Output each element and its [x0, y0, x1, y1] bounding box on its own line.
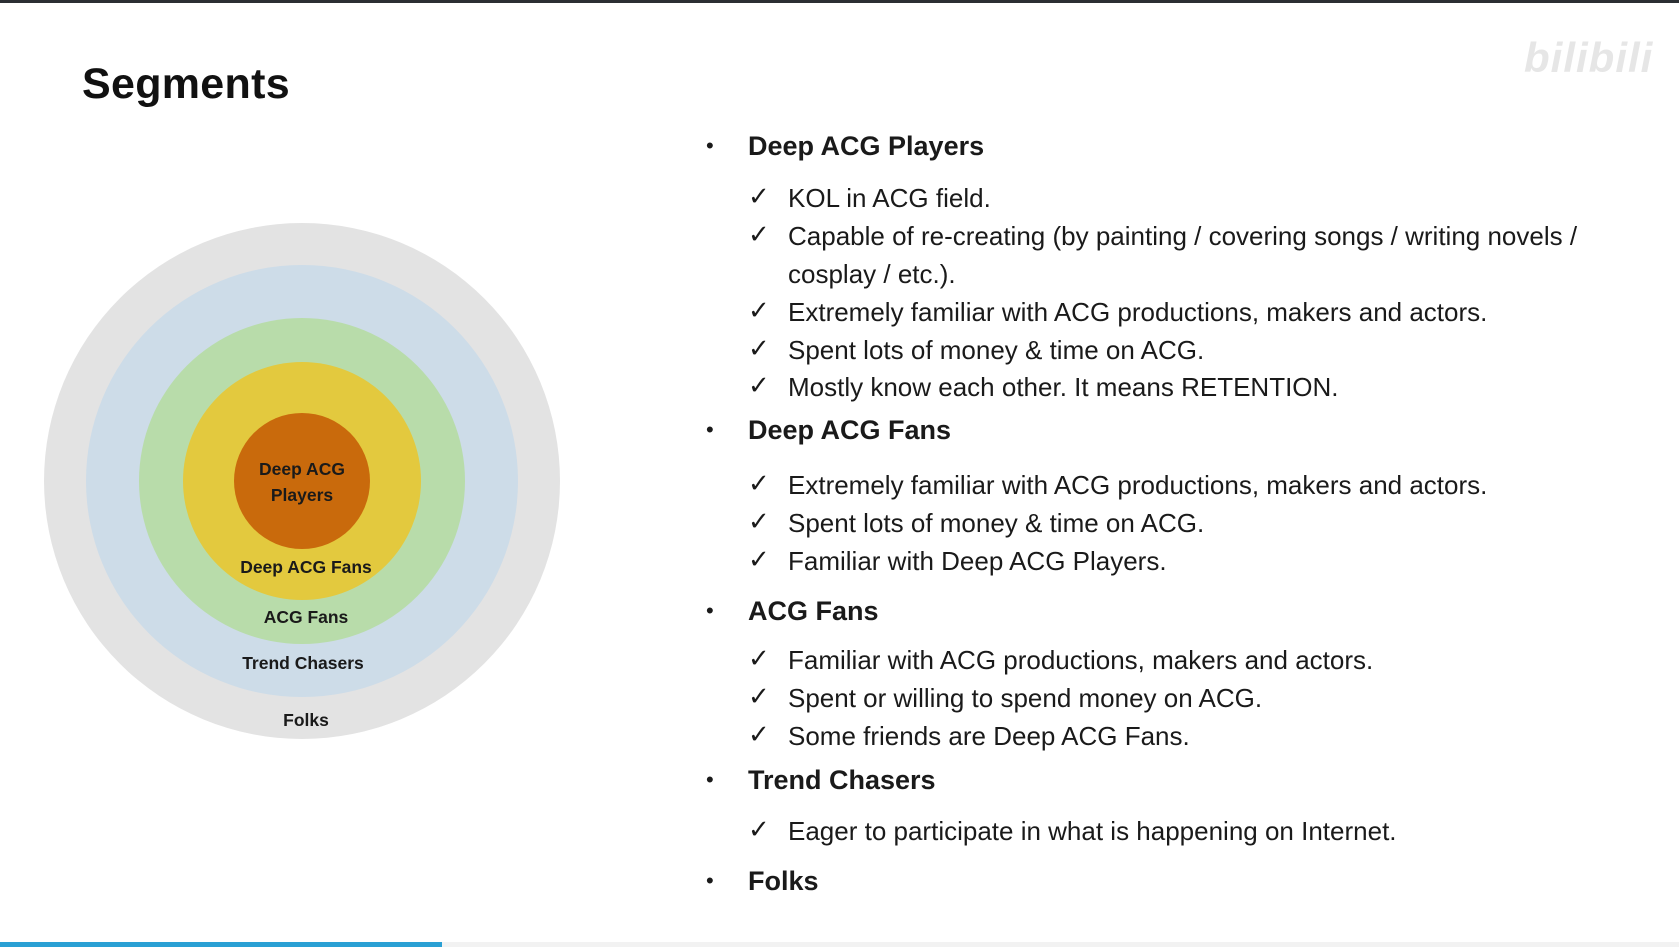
segment-heading: ACG Fans: [748, 596, 879, 626]
segment-heading: Deep ACG Fans: [748, 415, 952, 445]
checkmark-icon: ✓: [748, 681, 770, 711]
checkmark-icon: ✓: [748, 181, 770, 211]
segment-bullet-list: • Deep ACG Players ✓ KOL in ACG field. ✓…: [0, 0, 1679, 947]
checkmark-icon: ✓: [748, 814, 770, 844]
bullet-icon: •: [706, 417, 714, 442]
bullet-icon: •: [706, 133, 714, 158]
segment-item: KOL in ACG field.: [788, 183, 991, 213]
segment-item: Extremely familiar with ACG productions,…: [788, 297, 1488, 327]
segment-item: Familiar with ACG productions, makers an…: [788, 645, 1374, 675]
video-progress-bar[interactable]: [0, 942, 1679, 947]
checkmark-icon: ✓: [748, 468, 770, 498]
segment-item: Spent lots of money & time on ACG.: [788, 508, 1205, 538]
segment-heading: Deep ACG Players: [748, 131, 985, 161]
checkmark-icon: ✓: [748, 295, 770, 325]
segment-item: cosplay / etc.).: [788, 259, 956, 289]
segment-item: Eager to participate in what is happenin…: [788, 816, 1397, 846]
bullet-icon: •: [706, 868, 714, 893]
checkmark-icon: ✓: [748, 219, 770, 249]
segment-item: Capable of re-creating (by painting / co…: [788, 221, 1578, 251]
segment-item: Spent lots of money & time on ACG.: [788, 335, 1205, 365]
segment-item: Some friends are Deep ACG Fans.: [788, 721, 1190, 751]
checkmark-icon: ✓: [748, 333, 770, 363]
segment-item: Spent or willing to spend money on ACG.: [788, 683, 1263, 713]
bullet-icon: •: [706, 598, 714, 623]
checkmark-icon: ✓: [748, 370, 770, 400]
checkmark-icon: ✓: [748, 506, 770, 536]
video-progress-fill: [0, 942, 442, 947]
segment-item: Extremely familiar with ACG productions,…: [788, 470, 1488, 500]
checkmark-icon: ✓: [748, 643, 770, 673]
checkmark-icon: ✓: [748, 719, 770, 749]
bullet-icon: •: [706, 767, 714, 792]
segment-heading: Trend Chasers: [748, 765, 936, 795]
segment-heading: Folks: [748, 866, 819, 896]
checkmark-icon: ✓: [748, 544, 770, 574]
segment-item: Mostly know each other. It means RETENTI…: [788, 372, 1339, 402]
segment-item: Familiar with Deep ACG Players.: [788, 546, 1167, 576]
